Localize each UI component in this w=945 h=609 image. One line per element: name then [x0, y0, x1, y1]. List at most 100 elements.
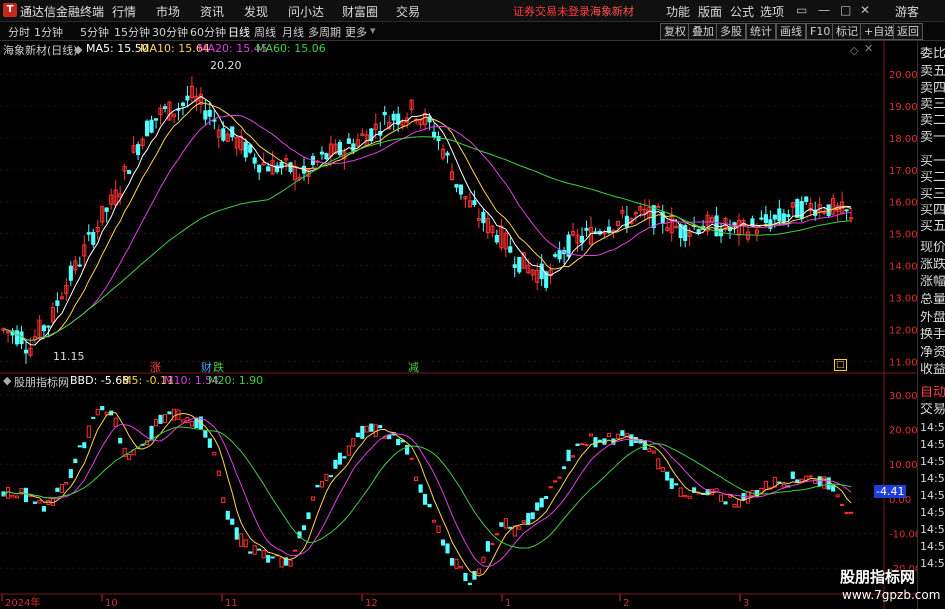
indicator-bar [319, 481, 325, 488]
indicator-bar [588, 433, 594, 437]
menu-jiaoyi[interactable]: 交易 [396, 3, 420, 20]
more-dropdown-icon[interactable]: ▾ [370, 24, 376, 37]
fuquan-button[interactable]: 复权 [660, 23, 690, 40]
indicator-bar [387, 434, 392, 440]
indicator-bar [606, 433, 612, 438]
candle-body [494, 235, 499, 243]
indicator-bar [337, 452, 342, 465]
indicator-bar [346, 445, 351, 456]
candle-body [508, 246, 513, 253]
biaoji-button[interactable]: 标记 [832, 23, 862, 40]
tab-1min[interactable]: 1分钟 [34, 24, 63, 40]
menu-wenxiaoda[interactable]: 问小达 [288, 3, 324, 20]
indicator-bar [727, 495, 733, 498]
indicator-bar [37, 500, 42, 504]
app-title: 通达信金融终端 [20, 5, 105, 19]
indicator-bar [665, 471, 670, 481]
close-icon[interactable]: ✕ [860, 3, 870, 17]
indicator-bar [203, 430, 208, 438]
menu-gongshi[interactable]: 公式 [730, 3, 754, 20]
candle-body [727, 227, 733, 232]
menu-faxian[interactable]: 发现 [244, 3, 268, 20]
indicator-bar [647, 448, 652, 452]
indicator-bar [651, 450, 656, 454]
tab-fenshi[interactable]: 分时 [8, 24, 30, 40]
minimize-button-icon[interactable]: — [818, 3, 830, 17]
menu-banmian[interactable]: 版面 [698, 3, 722, 20]
tab-15min[interactable]: 15分钟 [114, 24, 150, 40]
candle-body [391, 113, 396, 121]
candle-body [593, 231, 598, 234]
marker-jian[interactable]: 减 [408, 359, 419, 375]
indicator-bar [257, 548, 262, 551]
period-tabs: 分时 1分钟 5分钟 15分钟 30分钟 60分钟 日线 周线 月线 多周期 更… [0, 22, 945, 41]
menu-hangqing[interactable]: 行情 [112, 3, 136, 20]
indicator-chart[interactable]: 30.0020.0010.000.00-10.00-20.00 [0, 391, 917, 586]
tab-60min[interactable]: 60分钟 [190, 24, 226, 40]
menu-zixun[interactable]: 资讯 [200, 3, 224, 20]
chart-close-icon[interactable]: ✕ [864, 42, 873, 55]
indicator-tick-label: 30.00 [889, 391, 917, 402]
tab-monthly[interactable]: 月线 [282, 24, 304, 40]
indicator-bar [795, 479, 800, 483]
indicator-bar [292, 549, 298, 552]
maximize-icon[interactable]: □ [840, 3, 851, 17]
marker-die[interactable]: 跌 [213, 359, 224, 375]
menu-caifuquan[interactable]: 财富圈 [342, 3, 378, 20]
indicator-bar [562, 466, 567, 470]
login-warning[interactable]: 证券交易未登录 [513, 3, 590, 19]
tab-5min[interactable]: 5分钟 [80, 24, 109, 40]
indicator-bar [440, 539, 446, 546]
indicator-bar [77, 445, 82, 448]
indicator-bar [629, 434, 634, 447]
huaxian-button[interactable]: 画线 [776, 23, 806, 40]
f10-button[interactable]: F10 [806, 23, 835, 40]
marker-cai[interactable]: 财 [201, 359, 212, 375]
indicator-bar [149, 425, 154, 441]
chart-settings-icon[interactable]: ◆ [74, 43, 82, 56]
tab-more[interactable]: 更多 [345, 24, 367, 40]
user-label[interactable]: 游客 [895, 3, 919, 20]
chart-diamond-icon[interactable]: ◇ [850, 44, 858, 57]
candle-body [324, 153, 329, 160]
indicator-bar [674, 483, 679, 486]
candle-body [207, 109, 212, 117]
ma60-value: MA60: 15.06 [256, 42, 326, 55]
menu-xuanxiang[interactable]: 选项 [760, 3, 784, 20]
candle-body [86, 232, 91, 235]
candle-body [266, 166, 271, 172]
indicator-tick-label: 10.00 [889, 460, 917, 471]
tongji-button[interactable]: 统计 [746, 23, 776, 40]
candle-body [41, 325, 46, 332]
diejia-button[interactable]: 叠加 [688, 23, 718, 40]
back-button[interactable]: 返回 [893, 23, 923, 40]
chart-area[interactable]: 20.00 19.00 18.00 17.00 16.00 15.00 14.00 13.00… [0, 41, 917, 609]
menu-gongneng[interactable]: 功能 [666, 3, 690, 20]
candle-body [346, 138, 351, 144]
indicator-settings-icon[interactable]: ◆ [3, 374, 11, 387]
indicator-bar [23, 487, 29, 503]
title-bar: T 通达信金融终端 行情 市场 资讯 发现 问小达 财富圈 交易 证券交易未登录… [0, 0, 945, 22]
indicator-bar [535, 502, 540, 511]
indicator-bar [216, 470, 221, 476]
x-tick-label: 10 [105, 598, 118, 609]
note-marker-icon[interactable]: □ [834, 359, 847, 371]
tab-weekly[interactable]: 周线 [254, 24, 276, 40]
m5-line [3, 412, 852, 577]
candle-body [382, 111, 387, 116]
candle-body [454, 184, 459, 188]
kline-chart[interactable]: 20.00 19.00 18.00 17.00 16.00 15.00 14.00 13.00… [0, 41, 917, 609]
tab-30min[interactable]: 30分钟 [152, 24, 188, 40]
main-chart-title: 海象新材(日线) [3, 44, 78, 57]
menu-shichang[interactable]: 市场 [156, 3, 180, 20]
minimize-icon[interactable]: ▭ [796, 3, 807, 17]
duogu-button[interactable]: 多股 [716, 23, 746, 40]
candle-body [763, 214, 768, 224]
indicator-bar [10, 494, 15, 498]
marker-zhang[interactable]: 涨 [150, 359, 161, 375]
indicator-bar [476, 568, 481, 574]
tab-multi-period[interactable]: 多周期 [308, 24, 341, 40]
candle-body [180, 102, 186, 106]
indicator-bar [153, 418, 159, 427]
tab-daily[interactable]: 日线 [228, 24, 250, 40]
